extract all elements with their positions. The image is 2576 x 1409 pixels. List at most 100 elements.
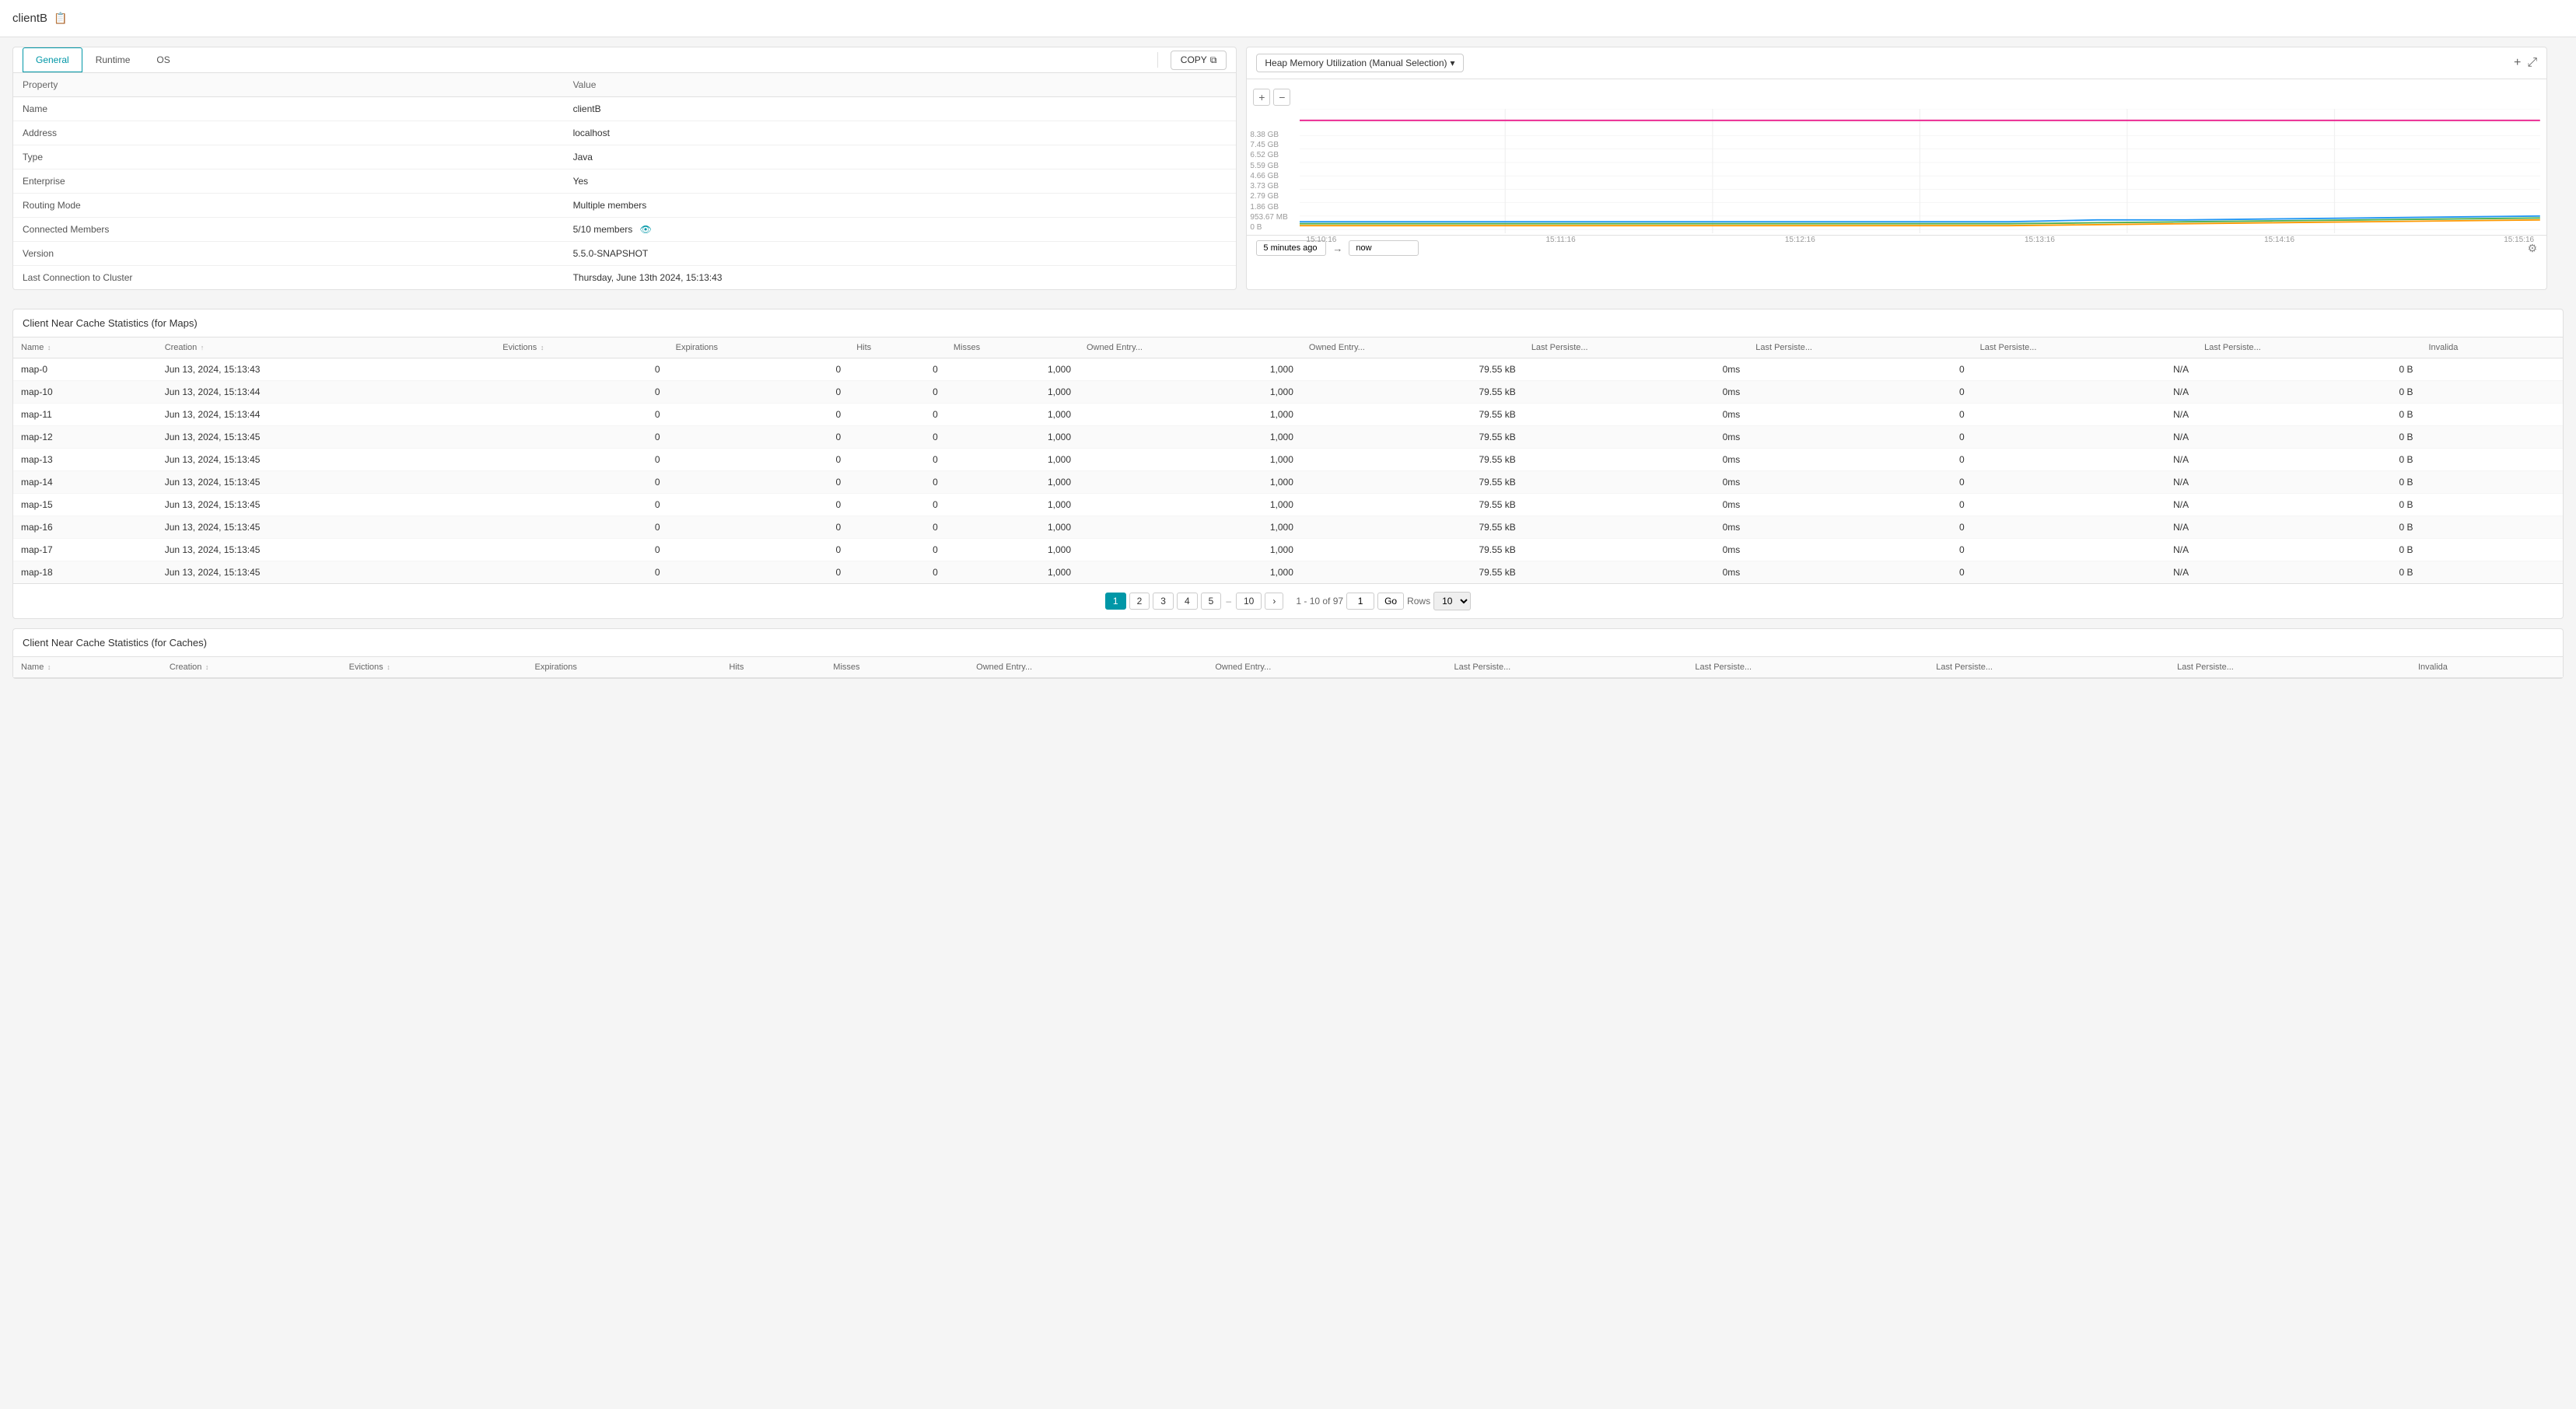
- column-header[interactable]: Last Persiste...: [2196, 337, 2420, 358]
- table-cell: 0: [1748, 539, 1972, 561]
- column-header[interactable]: Hits: [849, 337, 946, 358]
- column-header[interactable]: Invalida: [2421, 337, 2564, 358]
- table-cell: 0: [849, 516, 946, 539]
- table-cell: [2421, 561, 2564, 584]
- table-cell: [2421, 471, 2564, 494]
- zoom-in-button[interactable]: +: [1253, 89, 1270, 106]
- add-chart-button[interactable]: +: [2514, 56, 2521, 70]
- column-header[interactable]: Last Persiste...: [1928, 657, 2169, 678]
- table-cell: [2421, 381, 2564, 404]
- table-cell: 1,000: [1079, 561, 1301, 584]
- table-cell: Jun 13, 2024, 15:13:45: [157, 494, 495, 516]
- x-label: 15:13:16: [2025, 236, 2055, 244]
- column-header[interactable]: Hits: [721, 657, 825, 678]
- table-cell: 1,000: [1079, 426, 1301, 449]
- table-cell: 1,000: [1079, 471, 1301, 494]
- expand-chart-button[interactable]: ⤢: [2527, 56, 2537, 70]
- table-cell: 1,000: [946, 404, 1079, 426]
- column-header[interactable]: Last Persiste...: [1972, 337, 2196, 358]
- table-cell: 0ms: [1524, 358, 1748, 381]
- table-cell: 0ms: [1524, 494, 1748, 516]
- column-header[interactable]: Expirations: [668, 337, 849, 358]
- table-cell: 1,000: [946, 449, 1079, 471]
- tab-general[interactable]: General: [23, 47, 82, 72]
- table-cell: map-18: [13, 561, 157, 584]
- column-header[interactable]: Expirations: [527, 657, 722, 678]
- copy-button[interactable]: COPY ⧉: [1171, 51, 1227, 70]
- column-header[interactable]: Evictions ↕: [495, 337, 667, 358]
- table-cell: 79.55 kB: [1301, 381, 1524, 404]
- top-bar: clientB 📋: [0, 0, 2576, 37]
- property-value: 5.5.0-SNAPSHOT: [564, 242, 1237, 266]
- column-header[interactable]: Last Persiste...: [1446, 657, 1687, 678]
- table-cell: 0: [1748, 381, 1972, 404]
- next-page-button[interactable]: ›: [1265, 593, 1283, 610]
- go-page-input[interactable]: [1346, 593, 1374, 610]
- column-header[interactable]: Owned Entry...: [1079, 337, 1301, 358]
- column-header[interactable]: Owned Entry...: [1207, 657, 1446, 678]
- x-label: 15:15:16: [2504, 236, 2534, 244]
- column-header[interactable]: Evictions ↕: [341, 657, 527, 678]
- tab-runtime[interactable]: Runtime: [82, 47, 144, 72]
- column-header[interactable]: Misses: [946, 337, 1079, 358]
- table-cell: [2421, 426, 2564, 449]
- table-cell: 0: [1748, 516, 1972, 539]
- page-button[interactable]: 1: [1105, 593, 1126, 610]
- column-header[interactable]: Owned Entry...: [968, 657, 1207, 678]
- page-button[interactable]: 3: [1153, 593, 1174, 610]
- page-title: clientB: [12, 12, 47, 25]
- y-label: 4.66 GB: [1250, 172, 1287, 180]
- pagination-row: 12345–10›1 - 10 of 97GoRows102050: [13, 583, 2563, 618]
- table-cell: 79.55 kB: [1301, 561, 1524, 584]
- page-button[interactable]: 5: [1201, 593, 1222, 610]
- property-label: Address: [13, 121, 564, 145]
- table-cell: 0: [849, 426, 946, 449]
- table-cell: 0 B: [2196, 404, 2420, 426]
- last-page-button[interactable]: 10: [1236, 593, 1262, 610]
- table-cell: 0: [1748, 561, 1972, 584]
- column-header[interactable]: Creation ↕: [162, 657, 341, 678]
- page-button[interactable]: 4: [1177, 593, 1198, 610]
- go-button[interactable]: Go: [1377, 593, 1404, 610]
- column-header[interactable]: Last Persiste...: [1687, 657, 1928, 678]
- property-label: Type: [13, 145, 564, 170]
- column-header[interactable]: Invalida: [2410, 657, 2563, 678]
- table-cell: 0: [495, 404, 667, 426]
- rows-select[interactable]: 102050: [1433, 592, 1471, 610]
- column-header[interactable]: Last Persiste...: [2169, 657, 2410, 678]
- table-cell: N/A: [1972, 358, 2196, 381]
- page-button[interactable]: 2: [1129, 593, 1150, 610]
- table-cell: 0: [495, 426, 667, 449]
- zoom-out-button[interactable]: −: [1273, 89, 1290, 106]
- y-label: 5.59 GB: [1250, 162, 1287, 170]
- table-cell: 0: [849, 358, 946, 381]
- tab-os[interactable]: OS: [143, 47, 183, 72]
- table-cell: Jun 13, 2024, 15:13:44: [157, 381, 495, 404]
- table-cell: 0: [495, 381, 667, 404]
- chart-dropdown[interactable]: Heap Memory Utilization (Manual Selectio…: [1256, 54, 1463, 72]
- table-cell: [2421, 494, 2564, 516]
- table-cell: 0: [495, 494, 667, 516]
- copy-icon[interactable]: 📋: [54, 12, 67, 25]
- property-value: 5/10 members 👁: [564, 218, 1237, 242]
- x-label: 15:12:16: [1785, 236, 1815, 244]
- table-cell: 0ms: [1524, 539, 1748, 561]
- column-header[interactable]: Creation ↑: [157, 337, 495, 358]
- table-cell: 0: [849, 404, 946, 426]
- eye-icon[interactable]: 👁: [640, 224, 652, 235]
- table-cell: 0: [668, 426, 849, 449]
- table-cell: 79.55 kB: [1301, 404, 1524, 426]
- column-header[interactable]: Owned Entry...: [1301, 337, 1524, 358]
- column-header[interactable]: Name ↕: [13, 657, 162, 678]
- column-header[interactable]: Last Persiste...: [1524, 337, 1748, 358]
- table-cell: 0 B: [2196, 471, 2420, 494]
- column-header[interactable]: Misses: [825, 657, 968, 678]
- table-cell: [2421, 404, 2564, 426]
- column-header[interactable]: Last Persiste...: [1748, 337, 1972, 358]
- table-cell: 0 B: [2196, 449, 2420, 471]
- property-value: localhost: [564, 121, 1237, 145]
- column-header[interactable]: Name ↕: [13, 337, 157, 358]
- left-panel: General Runtime OS COPY ⧉ Property Value…: [12, 47, 1237, 290]
- table-cell: 1,000: [1079, 449, 1301, 471]
- table-cell: [2421, 449, 2564, 471]
